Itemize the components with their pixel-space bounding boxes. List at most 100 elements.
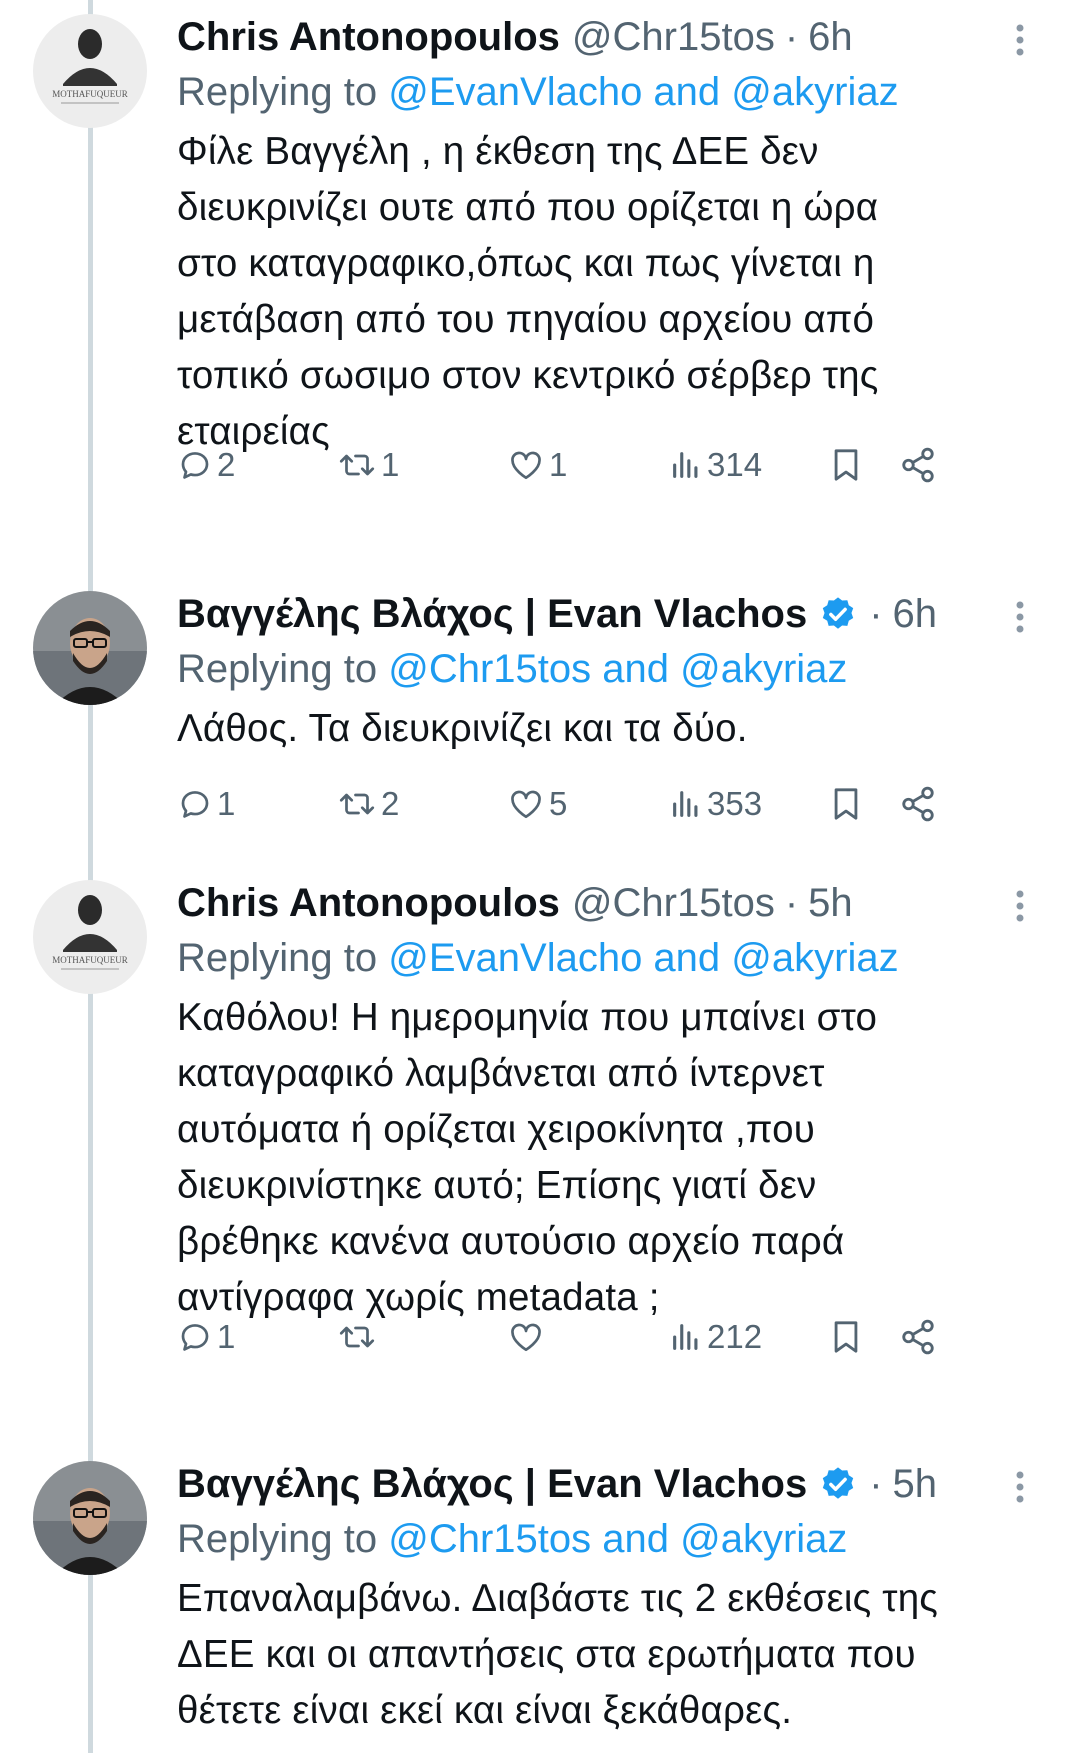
more-options-button[interactable] [1000, 1467, 1040, 1507]
views-button[interactable]: 314 [669, 446, 762, 484]
author-name[interactable]: Βαγγέλης Βλάχος | Evan Vlachos [177, 1461, 807, 1507]
tweet[interactable]: Βαγγέλης Βλάχος | Evan Vlachos · 5h Repl… [0, 1453, 1080, 1753]
tweet-timestamp[interactable]: 5h [893, 1461, 938, 1507]
like-button[interactable] [507, 1319, 549, 1355]
views-button[interactable]: 353 [669, 785, 762, 823]
tweet-timestamp[interactable]: 5h [808, 880, 853, 926]
like-button[interactable]: 5 [507, 785, 567, 823]
views-icon [673, 791, 698, 817]
separator-dot: · [784, 881, 799, 925]
reply-button[interactable]: 1 [177, 785, 235, 823]
like-count: 5 [549, 785, 568, 822]
tweet-header: Βαγγέλης Βλάχος | Evan Vlachos · 5h [177, 1461, 1040, 1507]
bookmark-icon [834, 449, 858, 481]
replying-to-label: Replying to [177, 1517, 389, 1561]
like-icon [511, 790, 541, 819]
views-button[interactable]: 212 [669, 1318, 762, 1356]
reply-count: 2 [217, 446, 236, 483]
more-icon [1016, 1471, 1024, 1503]
replying-to-label: Replying to [177, 647, 389, 691]
share-button[interactable] [899, 785, 937, 823]
retweet-count: 1 [381, 446, 400, 483]
bookmark-button[interactable] [829, 785, 863, 823]
views-icon [673, 452, 698, 478]
replying-to: Replying to @Chr15tos and @akyriaz [177, 1511, 1040, 1567]
verified-icon[interactable] [819, 1465, 857, 1503]
author-name[interactable]: Βαγγέλης Βλάχος | Evan Vlachos [177, 591, 807, 637]
like-button[interactable]: 1 [507, 446, 567, 484]
more-options-button[interactable] [1000, 20, 1040, 60]
retweet-button[interactable] [337, 1319, 381, 1355]
retweet-button[interactable]: 1 [337, 446, 399, 484]
verified-icon[interactable] [819, 595, 857, 633]
author-handle[interactable]: @Chr15tos [572, 880, 775, 926]
avatar[interactable]: MOTHAFUQUEUR [33, 880, 147, 994]
reply-button[interactable]: 2 [177, 446, 235, 484]
tweet[interactable]: MOTHAFUQUEUR Chris Antonopoulos @Chr15to… [0, 0, 1080, 581]
retweet-button[interactable]: 2 [337, 785, 399, 823]
tweet-thread: MOTHAFUQUEUR Chris Antonopoulos @Chr15to… [0, 0, 1080, 1753]
author-handle[interactable]: @Chr15tos [572, 14, 775, 60]
share-button[interactable] [899, 1318, 937, 1356]
separator-dot: · [869, 592, 883, 636]
share-icon [902, 447, 934, 483]
avatar[interactable] [33, 591, 147, 705]
reply-icon [181, 1324, 209, 1351]
reply-mentions-link[interactable]: @Chr15tos and @akyriaz [388, 1517, 847, 1561]
separator-dot: · [869, 1462, 883, 1506]
reply-icon [181, 452, 209, 479]
retweet-count: 2 [381, 785, 400, 822]
tweet-actions: 1 212 [177, 1312, 1040, 1362]
views-count: 353 [707, 785, 763, 822]
reply-count: 1 [217, 1318, 236, 1355]
avatar-logo-text: MOTHAFUQUEUR [52, 89, 128, 99]
separator-dot: · [784, 15, 799, 59]
replying-to: Replying to @Chr15tos and @akyriaz [177, 641, 1040, 697]
retweet-icon [339, 454, 375, 476]
tweet-timestamp[interactable]: 6h [893, 591, 938, 637]
tweet[interactable]: Βαγγέλης Βλάχος | Evan Vlachos · 6h Repl… [0, 581, 1080, 872]
author-name[interactable]: Chris Antonopoulos [177, 14, 560, 60]
like-icon [511, 451, 541, 480]
more-icon [1016, 890, 1024, 922]
replying-to-label: Replying to [177, 936, 389, 980]
avatar[interactable] [33, 1461, 147, 1575]
bookmark-icon [834, 788, 858, 820]
views-count: 314 [707, 446, 763, 483]
tweet-header: Βαγγέλης Βλάχος | Evan Vlachos · 6h [177, 591, 1040, 637]
tweet[interactable]: MOTHAFUQUEUR Chris Antonopoulos @Chr15to… [0, 872, 1080, 1453]
tweet-text: Λάθος. Τα διευκρινίζει και τα δύο. [177, 707, 748, 750]
reply-icon [181, 791, 209, 818]
share-icon [902, 786, 934, 822]
more-icon [1016, 24, 1024, 56]
tweet-actions: 2 1 1 314 [177, 440, 1040, 490]
reply-count: 1 [217, 785, 236, 822]
avatar[interactable]: MOTHAFUQUEUR [33, 14, 147, 128]
share-button[interactable] [899, 446, 937, 484]
replying-to: Replying to @EvanVlacho and @akyriaz [177, 930, 1040, 986]
reply-button[interactable]: 1 [177, 1318, 235, 1356]
more-options-button[interactable] [1000, 597, 1040, 637]
tweet-actions: 1 2 5 353 [177, 779, 1040, 829]
share-icon [902, 1319, 934, 1355]
replying-to-label: Replying to [177, 70, 389, 114]
retweet-icon [339, 1326, 375, 1348]
retweet-icon [339, 793, 375, 815]
reply-mentions-link[interactable]: @Chr15tos and @akyriaz [388, 647, 847, 691]
bookmark-icon [834, 1321, 858, 1353]
bookmark-button[interactable] [829, 1318, 863, 1356]
views-count: 212 [707, 1318, 763, 1355]
tweet-text: Επαναλαμβάνω. Διαβάστε τις 2 εκθέσεις τη… [177, 1577, 939, 1732]
tweet-text: Καθόλου! Η ημερομηνία που μπαίνει στο κα… [177, 996, 878, 1319]
tweet-header: Chris Antonopoulos @Chr15tos · 6h [177, 14, 1040, 60]
reply-mentions-link[interactable]: @EvanVlacho and @akyriaz [388, 936, 898, 980]
like-count: 1 [549, 446, 568, 483]
bookmark-button[interactable] [829, 446, 863, 484]
like-icon [511, 1323, 541, 1352]
replying-to: Replying to @EvanVlacho and @akyriaz [177, 64, 1040, 120]
tweet-text: Φίλε Βαγγέλη , η έκθεση της ΔΕΕ δεν διευ… [177, 130, 879, 453]
reply-mentions-link[interactable]: @EvanVlacho and @akyriaz [388, 70, 898, 114]
author-name[interactable]: Chris Antonopoulos [177, 880, 560, 926]
more-options-button[interactable] [1000, 886, 1040, 926]
tweet-timestamp[interactable]: 6h [808, 14, 853, 60]
